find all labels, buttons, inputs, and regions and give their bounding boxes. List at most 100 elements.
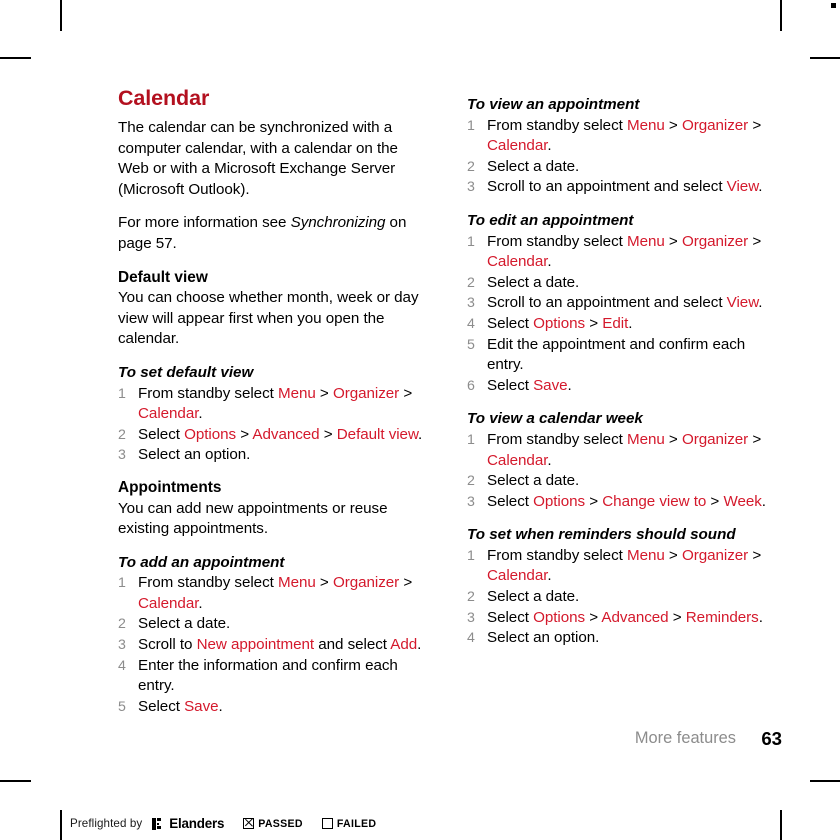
step-text-run: > [748,116,762,134]
step-text-run: Scroll to [138,636,197,654]
step-item: 6 Select Save. [467,376,778,397]
step-text-run: Select an option. [138,446,251,464]
two-column-layout: Calendar The calendar can be synchronize… [118,86,778,717]
steps-edit-appointment: 1 From standby select Menu > Organizer > … [467,232,778,397]
step-text-run: From standby select [487,546,627,564]
step-text-run: . [218,697,223,715]
ui-term: Menu [626,430,665,448]
ui-term: Options [533,314,586,332]
step-item: 1 From standby select Menu > Organizer > … [467,546,778,587]
step-text: Scroll to an appointment and select View… [487,178,763,195]
step-item: 3 Scroll to New appointment and select Ad… [118,635,429,656]
step-number: 4 [467,315,475,332]
step-text: Select Save. [487,377,572,394]
ui-term: Organizer [332,384,400,402]
steps-add-appointment: 1 From standby select Menu > Organizer > … [118,573,429,717]
ui-term: Organizer [332,574,400,592]
elanders-logo-icon [152,817,162,830]
step-item: 3 Select Options > Change view to > Week. [467,492,778,513]
step-text-run: . [198,405,203,423]
section-heading-default-view: Default view [118,268,208,286]
step-text-run: > [315,384,333,402]
step-text: From standby select Menu > Organizer > C… [138,574,412,612]
ui-term: Options [533,608,586,626]
step-item: 2 Select a date. [467,157,778,178]
preflight-passed: PASSED [243,818,303,830]
task-heading-edit-appointment: To edit an appointment [467,211,634,229]
step-item: 4 Select an option. [467,628,778,649]
step-text-run: Enter the information and confirm each e… [138,656,398,695]
step-number: 2 [467,274,475,291]
task-heading-add-appointment: To add an appointment [118,553,285,571]
footer-page-number: 63 [761,728,782,749]
step-number: 6 [467,377,475,394]
ui-term: Menu [626,116,665,134]
task-heading-set-default-view: To set default view [118,363,254,381]
ui-term: Advanced [252,425,320,443]
step-text-run: Edit the appointment and confirm each en… [487,335,746,374]
ui-term: Menu [626,546,665,564]
step-text: Select Options > Advanced > Reminders. [487,609,763,626]
steps-view-calendar-week: 1 From standby select Menu > Organizer > … [467,430,778,512]
step-text-run: Select a date. [138,615,231,633]
step-text: Select an option. [487,629,599,646]
step-number: 5 [118,698,126,715]
step-item: 1 From standby select Menu > Organizer > … [118,573,429,614]
step-text-run: Scroll to an appointment and select [487,294,727,312]
step-number: 3 [467,295,475,312]
step-number: 1 [467,431,475,448]
step-text-run: From standby select [138,574,278,592]
step-text-run: > [664,430,682,448]
step-text-run: > [585,492,603,510]
step-text-run: > [585,314,603,332]
preflight-prefix: Preflighted by [70,817,143,830]
step-item: 4 Enter the information and confirm each … [118,656,429,697]
step-text-run: . [547,567,552,585]
step-text-run: Select [487,314,534,332]
step-number: 3 [118,447,126,464]
step-text-run: and select [314,636,391,654]
task-heading-view-appointment: To view an appointment [467,96,640,113]
step-text-run: Select [487,492,534,510]
step-text-run: . [547,137,552,155]
step-number: 1 [118,385,126,402]
preflight-failed: FAILED [321,818,376,830]
step-number: 4 [467,630,475,647]
step-text-run: Select a date. [487,472,580,490]
ui-term: Menu [626,232,665,250]
appointments-text: You can add new appointments or reuse ex… [118,499,388,538]
section-heading-appointments: Appointments [118,478,222,496]
step-item: 2 Select a date. [467,471,778,492]
step-item: 3 Scroll to an appointment and select Vie… [467,177,778,198]
steps-view-appointment: 1 From standby select Menu > Organizer > … [467,116,778,198]
step-text: Scroll to an appointment and select View… [487,294,763,312]
step-text: Select a date. [487,588,579,605]
step-text-run: > [748,546,762,564]
checkbox-failed-icon [321,818,333,829]
ui-term: Calendar [487,137,548,155]
step-text-run: Select [138,425,185,443]
step-item: 3 Select an option. [118,445,429,466]
ui-term: New appointment [196,636,315,654]
step-number: 1 [118,575,126,592]
step-text-run: . [567,376,572,394]
step-text: Select Save. [138,698,223,715]
right-column: To view an appointment 1 From standby sel… [467,86,778,717]
ui-term: Organizer [681,430,749,448]
step-text: Select a date. [487,274,579,291]
step-text-run: Select a date. [487,273,580,291]
ui-term: Calendar [487,567,548,585]
step-text-run: . [547,451,552,469]
step-text-run: > [664,232,682,250]
step-number: 5 [467,336,475,353]
step-text-run: . [758,608,763,626]
step-text-run: From standby select [487,116,627,134]
step-number: 3 [467,609,475,626]
preflight-passed-label: PASSED [258,817,303,830]
step-number: 1 [467,233,475,250]
ui-term: Reminders [685,608,759,626]
preflight-stamp: Preflighted by Elanders PASSED FAILED [70,816,376,831]
ui-term: Add [390,636,418,654]
ui-term: Menu [277,384,316,402]
step-item: 4 Select Options > Edit. [467,314,778,335]
